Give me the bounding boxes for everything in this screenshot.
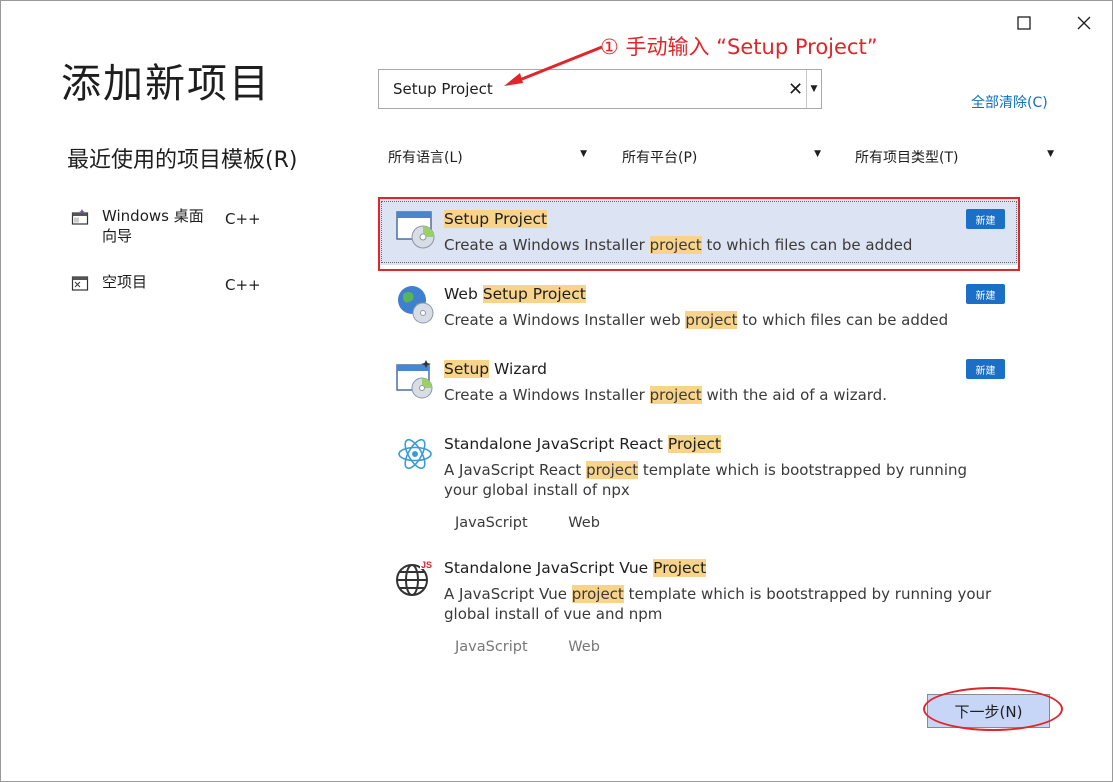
search-match-highlight: project [685, 311, 738, 329]
search-match-highlight: Setup [444, 360, 490, 378]
template-item-setup-wizard[interactable]: Setup Wizard Create a Windows Installer … [379, 349, 1019, 415]
text-segment: Create a Windows Installer web [444, 311, 686, 329]
template-name: Web Setup Project [444, 285, 586, 303]
platform-filter-label: 所有平台(P) [622, 150, 698, 166]
annotation-arrow [504, 45, 603, 86]
caret-down-icon: ▼ [814, 149, 821, 159]
text-segment: with the aid of a wizard. [701, 386, 887, 404]
text-segment: Create a Windows Installer [444, 386, 650, 404]
tag: Web [568, 639, 600, 655]
template-name: Setup Wizard [444, 360, 547, 378]
text-segment: Standalone JavaScript React [444, 435, 668, 453]
empty-project-icon [71, 276, 89, 291]
recent-item-language: C++ [225, 276, 261, 294]
text-segment: A JavaScript React [444, 461, 587, 479]
new-badge: 新建 [966, 359, 1005, 379]
template-description: Create a Windows Installer web project t… [444, 310, 1004, 330]
recent-templates-heading: 最近使用的项目模板(R) [67, 148, 298, 173]
template-name: Standalone JavaScript React Project [444, 435, 721, 453]
text-segment: to which files can be added [737, 311, 949, 329]
text-segment: A JavaScript Vue [444, 585, 572, 603]
caret-down-icon: ▼ [810, 84, 818, 94]
selection-highlight-frame [378, 197, 1020, 271]
template-item-vue-project[interactable]: JS Standalone JavaScript Vue Project A J… [379, 548, 1019, 660]
svg-text:JS: JS [421, 560, 432, 570]
search-match-highlight: project [571, 585, 624, 603]
recent-item-language: C++ [225, 210, 261, 228]
page-title: 添加新项目 [61, 61, 271, 107]
add-new-project-dialog: 添加新项目 最近使用的项目模板(R) Windows 桌面向导 C++ 空项目 … [0, 0, 1113, 782]
template-tags: JavaScript Web [455, 639, 636, 655]
maximize-button[interactable] [1012, 11, 1036, 35]
project-type-filter[interactable]: 所有项目类型(T) ▼ [855, 147, 1060, 169]
tag: Web [568, 515, 600, 531]
text-segment: Standalone JavaScript Vue [444, 559, 654, 577]
tag: JavaScript [455, 639, 528, 655]
close-icon [1077, 16, 1091, 30]
search-match-highlight: project [649, 386, 702, 404]
clear-all-link[interactable]: 全部清除(C) [971, 92, 1048, 112]
text-segment: Web [444, 285, 483, 303]
project-type-filter-label: 所有项目类型(T) [855, 150, 959, 166]
search-history-dropdown[interactable]: ▼ [806, 70, 821, 108]
search-match-highlight: Project [667, 435, 721, 453]
recent-item-windows-desktop-wizard[interactable]: Windows 桌面向导 C++ [71, 206, 271, 246]
setup-wizard-icon [396, 360, 433, 399]
recent-item-label: 空项目 [102, 273, 148, 291]
text-segment: Wizard [489, 360, 547, 378]
square-icon [1017, 16, 1031, 30]
tag: JavaScript [455, 515, 528, 531]
new-badge: 新建 [966, 284, 1005, 304]
web-setup-icon [398, 286, 434, 324]
clear-search-icon[interactable]: ✕ [788, 79, 803, 100]
template-tags: JavaScript Web [455, 515, 636, 531]
caret-down-icon: ▼ [1047, 149, 1054, 159]
search-match-highlight: Setup Project [482, 285, 586, 303]
recent-item-label: Windows 桌面向导 [102, 207, 204, 245]
react-icon [398, 438, 432, 470]
search-match-highlight: project [586, 461, 639, 479]
wizard-icon [71, 209, 89, 225]
close-button[interactable] [1072, 11, 1096, 35]
search-match-highlight: Project [653, 559, 707, 577]
caret-down-icon: ▼ [580, 149, 587, 159]
template-description: A JavaScript Vue project template which … [444, 584, 1004, 624]
template-item-web-setup-project[interactable]: Web Setup Project Create a Windows Insta… [379, 274, 1019, 340]
language-filter-label: 所有语言(L) [388, 150, 463, 166]
template-item-react-project[interactable]: Standalone JavaScript React Project A Ja… [379, 424, 1019, 536]
template-description: A JavaScript React project template whic… [444, 460, 1004, 500]
language-filter[interactable]: 所有语言(L) ▼ [388, 147, 593, 169]
platform-filter[interactable]: 所有平台(P) ▼ [622, 147, 827, 169]
annotation-text: ① 手动输入 “Setup Project” [600, 35, 878, 59]
vue-globe-icon: JS [396, 559, 434, 596]
template-description: Create a Windows Installer project with … [444, 385, 1004, 405]
template-name: Standalone JavaScript Vue Project [444, 559, 707, 577]
next-button[interactable]: 下一步(N) [927, 694, 1050, 728]
recent-item-empty-project[interactable]: 空项目 C++ [71, 272, 271, 312]
